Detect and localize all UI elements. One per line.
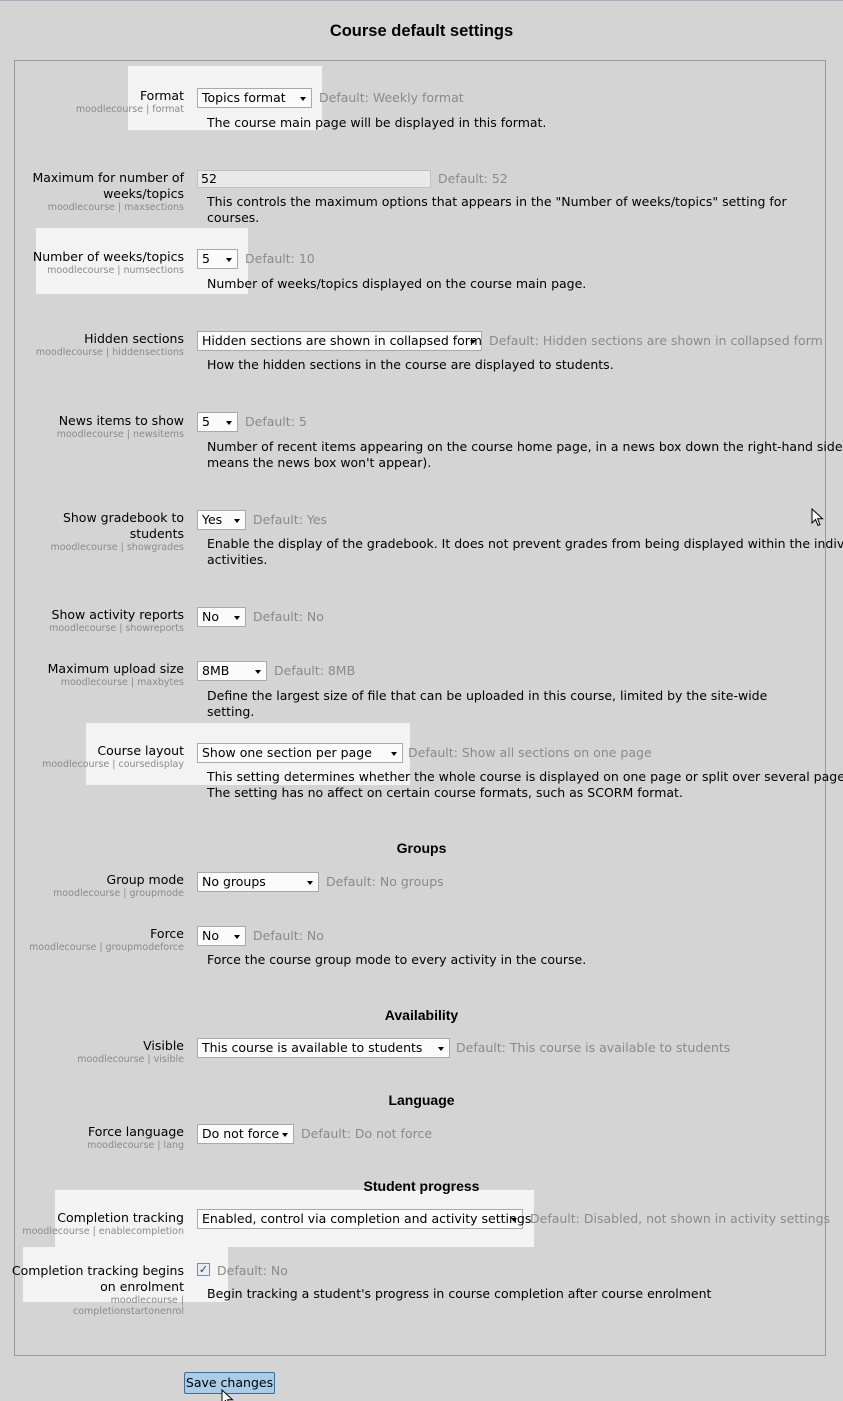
- chevron-down-icon: [234, 616, 240, 620]
- completionstartonenrol-checkbox[interactable]: ✓: [197, 1263, 210, 1276]
- hiddensections-description: How the hidden sections in the course ar…: [207, 357, 614, 372]
- setting-label-numsections: Number of weeks/topics moodlecourse | nu…: [32, 249, 184, 276]
- chevron-down-icon: [300, 97, 306, 101]
- section-heading-availability: Availability: [384, 1007, 459, 1023]
- lang-select[interactable]: Do not force: [197, 1124, 294, 1144]
- setting-label-hiddensections: Hidden sections moodlecourse | hiddensec…: [35, 331, 184, 358]
- setting-label-groupmodeforce: Force moodlecourse | groupmodeforce: [29, 926, 184, 953]
- check-icon: ✓: [198, 1263, 209, 1276]
- setting-label-showreports: Show activity reports moodlecourse | sho…: [49, 607, 184, 634]
- chevron-down-icon: [234, 935, 240, 939]
- chevron-down-icon: [282, 1133, 288, 1137]
- coursedisplay-select[interactable]: Show one section per page: [197, 743, 403, 763]
- hiddensections-default: Default: Hidden sections are shown in co…: [489, 333, 823, 348]
- mouse-pointer-icon: [811, 507, 824, 527]
- numsections-description: Number of weeks/topics displayed on the …: [207, 276, 587, 291]
- groupmodeforce-select[interactable]: No: [197, 926, 246, 946]
- maxsections-input[interactable]: 52: [197, 170, 431, 188]
- enablecompletion-default: Default: Disabled, not shown in activity…: [530, 1211, 831, 1226]
- setting-label-coursedisplay: Course layout moodlecourse | coursedispl…: [42, 743, 184, 770]
- coursedisplay-default: Default: Show all sections on one page: [408, 745, 652, 760]
- page-title: Course default settings: [329, 22, 514, 40]
- setting-label-format: Format moodlecourse | format: [75, 88, 184, 115]
- visible-default: Default: This course is available to stu…: [456, 1040, 731, 1055]
- maxbytes-description: Define the largest size of file that can…: [207, 688, 768, 719]
- mouse-pointer-icon: [221, 1388, 234, 1401]
- format-select[interactable]: Topics format: [197, 88, 312, 108]
- groupmode-select[interactable]: No groups: [197, 872, 319, 892]
- setting-label-visible: Visible moodlecourse | visible: [77, 1038, 184, 1065]
- setting-label-maxbytes: Maximum upload size moodlecourse | maxby…: [47, 661, 184, 688]
- coursedisplay-description: This setting determines whether the whol…: [207, 769, 843, 800]
- numsections-select[interactable]: 5: [197, 249, 238, 269]
- groupmodeforce-description: Force the course group mode to every act…: [207, 952, 587, 967]
- maxsections-default: Default: 52: [438, 171, 508, 186]
- completionstartonenrol-description: Begin tracking a student's progress in c…: [207, 1286, 712, 1301]
- enablecompletion-select[interactable]: Enabled, control via completion and acti…: [197, 1209, 531, 1229]
- chevron-down-icon: [255, 670, 261, 674]
- format-default: Default: Weekly format: [319, 90, 464, 105]
- showreports-select[interactable]: No: [197, 607, 246, 627]
- setting-label-maxsections: Maximum for number of weeks/topics moodl…: [32, 170, 184, 213]
- newsitems-select[interactable]: 5: [197, 412, 238, 432]
- showgrades-default: Default: Yes: [253, 512, 328, 527]
- format-description: The course main page will be displayed i…: [207, 115, 547, 130]
- hiddensections-select[interactable]: Hidden sections are shown in collapsed f…: [197, 331, 482, 351]
- setting-label-showgrades: Show gradebook to students moodlecourse …: [50, 510, 184, 553]
- top-border: [0, 0, 843, 1]
- newsitems-default: Default: 5: [245, 414, 307, 429]
- setting-label-newsitems: News items to show moodlecourse | newsit…: [56, 413, 184, 440]
- completionstartonenrol-default: Default: No: [217, 1263, 288, 1278]
- setting-label-completionstartonenrol: Completion tracking begins on enrolment …: [11, 1263, 184, 1317]
- showreports-default: Default: No: [253, 609, 324, 624]
- chevron-down-icon: [226, 421, 232, 425]
- section-heading-groups: Groups: [396, 840, 447, 856]
- groupmodeforce-default: Default: No: [253, 928, 324, 943]
- groupmode-default: Default: No groups: [326, 874, 444, 889]
- chevron-down-icon: [307, 881, 313, 885]
- newsitems-description: Number of recent items appearing on the …: [207, 439, 843, 470]
- showgrades-select[interactable]: Yes: [197, 510, 246, 530]
- section-heading-language: Language: [388, 1092, 455, 1108]
- chevron-down-icon: [226, 258, 232, 262]
- chevron-down-icon: [391, 752, 397, 756]
- section-heading-student-progress: Student progress: [363, 1178, 480, 1194]
- chevron-down-icon: [511, 1218, 517, 1222]
- chevron-down-icon: [234, 519, 240, 523]
- visible-select[interactable]: This course is available to students: [197, 1038, 450, 1058]
- maxbytes-default: Default: 8MB: [274, 663, 356, 678]
- setting-label-enablecompletion: Completion tracking moodlecourse | enabl…: [22, 1210, 184, 1237]
- setting-label-lang: Force language moodlecourse | lang: [87, 1124, 184, 1151]
- maxsections-description: This controls the maximum options that a…: [207, 194, 787, 225]
- setting-label-groupmode: Group mode moodlecourse | groupmode: [53, 872, 184, 899]
- numsections-default: Default: 10: [245, 251, 315, 266]
- showgrades-description: Enable the display of the gradebook. It …: [207, 536, 843, 567]
- maxbytes-select[interactable]: 8MB: [197, 661, 267, 681]
- chevron-down-icon: [438, 1047, 444, 1051]
- chevron-down-icon: [470, 340, 476, 344]
- lang-default: Default: Do not force: [301, 1126, 433, 1141]
